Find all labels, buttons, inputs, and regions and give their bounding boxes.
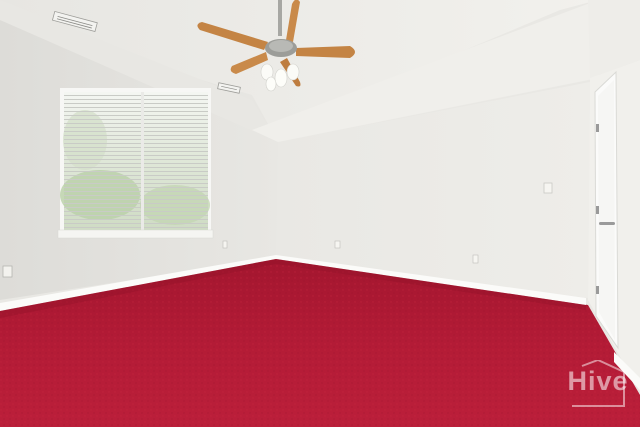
outlet-wall (222, 240, 228, 249)
closet-door (594, 70, 619, 350)
outlet-left (2, 265, 13, 278)
outlet-back-1 (334, 240, 341, 249)
empty-bedroom-photo: Hive (0, 0, 640, 427)
watermark-text: Hive (567, 366, 629, 396)
light-switch-plate (543, 182, 553, 194)
hive-watermark: Hive (562, 360, 634, 410)
window (57, 88, 214, 239)
outlet-back-2 (472, 254, 479, 264)
room-illustration (0, 0, 640, 427)
